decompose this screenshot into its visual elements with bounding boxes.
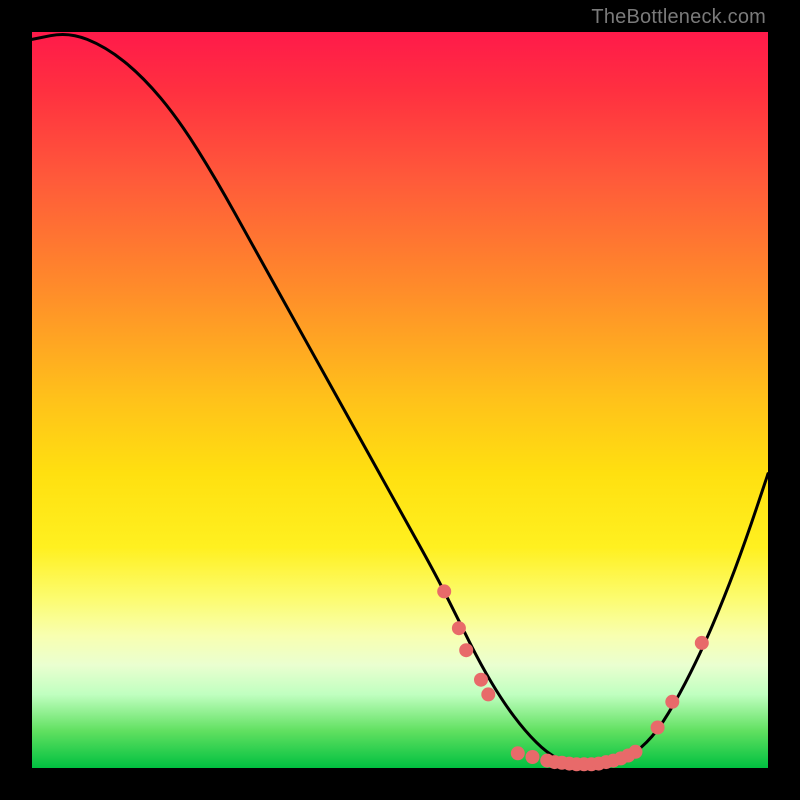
data-point [526, 750, 540, 764]
data-point [459, 643, 473, 657]
data-points-group [437, 584, 709, 771]
watermark-text: TheBottleneck.com [591, 6, 766, 29]
data-point [474, 673, 488, 687]
plot-area [32, 32, 768, 768]
bottleneck-curve [32, 34, 768, 767]
curve-path-group [32, 34, 768, 767]
data-point [629, 745, 643, 759]
data-point [437, 584, 451, 598]
data-point [481, 687, 495, 701]
data-point [452, 621, 466, 635]
data-point [665, 695, 679, 709]
chart-svg [32, 32, 768, 768]
chart-container: TheBottleneck.com [0, 0, 800, 800]
data-point [511, 746, 525, 760]
data-point [651, 721, 665, 735]
data-point [695, 636, 709, 650]
